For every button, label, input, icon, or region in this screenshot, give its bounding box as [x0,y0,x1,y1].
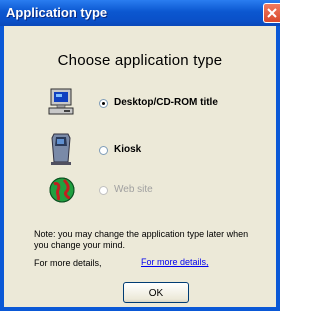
radio-desktop[interactable] [99,99,108,108]
application-type-dialog: Application type Choose application type… [0,0,280,311]
option-desktop-label[interactable]: Desktop/CD-ROM title [114,97,218,108]
note-text: Note: you may change the application typ… [34,229,249,250]
dialog-heading: Choose application type [57,52,223,69]
close-button[interactable] [263,3,280,23]
option-website-label[interactable]: Web site [114,184,153,195]
close-icon [267,8,277,18]
radio-website[interactable] [99,186,108,195]
radio-kiosk[interactable] [99,146,108,155]
title-bar[interactable]: Application type [0,0,280,26]
globe-icon [49,177,75,203]
window-title: Application type [6,5,108,20]
details-label: For more details, [34,258,102,268]
details-link[interactable]: For more details, [141,257,209,267]
ok-button[interactable]: OK [123,282,189,303]
kiosk-icon [51,133,71,165]
desktop-computer-icon [48,88,74,115]
option-kiosk-label[interactable]: Kiosk [114,144,141,155]
